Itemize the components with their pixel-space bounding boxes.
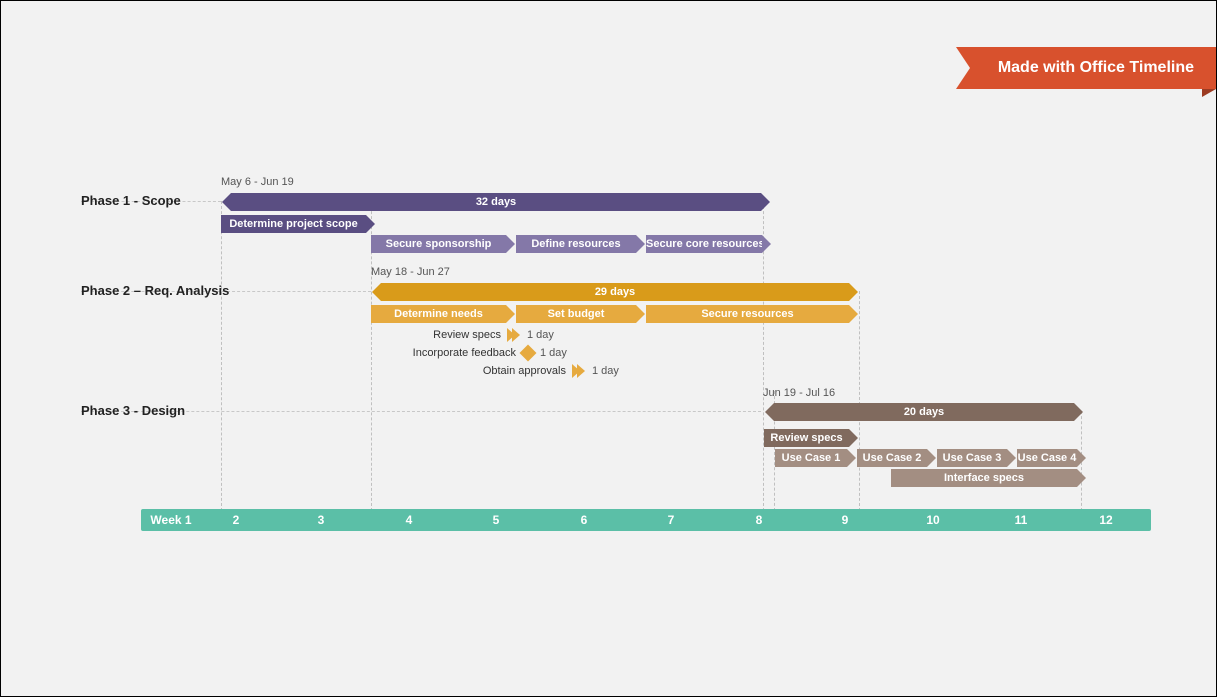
- bar-label: 32 days: [476, 193, 516, 211]
- bar-label: Secure core resources: [646, 235, 765, 253]
- bar-label: Use Case 4: [1018, 449, 1077, 467]
- bar-label: Secure resources: [701, 305, 793, 323]
- bar-label: Secure sponsorship: [386, 235, 492, 253]
- phase3-task-uc1: Use Case 1: [775, 449, 847, 467]
- bar-label: Determine project scope: [229, 215, 357, 233]
- phase2-summary-bar: 29 days: [381, 283, 849, 301]
- milestone-incorporate: Incorporate feedback 1 day: [401, 344, 567, 362]
- chevron-icon: [572, 364, 586, 378]
- phase1-task-scope: Determine project scope: [221, 215, 366, 233]
- milestone-approvals: Obtain approvals 1 day: [471, 362, 619, 380]
- bar-label: Use Case 3: [943, 449, 1002, 467]
- phase3-task-reviewspecs: Review specs: [764, 429, 849, 447]
- axis-tick: 7: [668, 509, 675, 531]
- phase3-task-uc2: Use Case 2: [857, 449, 927, 467]
- bar-label: Use Case 2: [863, 449, 922, 467]
- bar-label: 29 days: [595, 283, 635, 301]
- phase1-task-define: Define resources: [516, 235, 636, 253]
- milestone-label: Incorporate feedback: [401, 344, 516, 362]
- axis-tick: 6: [581, 509, 588, 531]
- phase3-task-interface: Interface specs: [891, 469, 1077, 487]
- chevron-icon: [507, 328, 521, 342]
- ribbon-banner: Made with Office Timeline: [970, 47, 1216, 89]
- row-label-phase2: Phase 2 – Req. Analysis: [81, 283, 229, 298]
- date-range-phase1: May 6 - Jun 19: [221, 176, 294, 188]
- bar-label: Interface specs: [944, 469, 1024, 487]
- timeline-chart: Phase 1 - Scope May 6 - Jun 19 32 days D…: [81, 171, 1151, 541]
- axis-tick: 8: [756, 509, 763, 531]
- row-label-phase3: Phase 3 - Design: [81, 403, 185, 418]
- phase3-summary-bar: 20 days: [774, 403, 1074, 421]
- row-label-phase1: Phase 1 - Scope: [81, 193, 181, 208]
- phase3-task-uc3: Use Case 3: [937, 449, 1007, 467]
- phase1-task-sponsorship: Secure sponsorship: [371, 235, 506, 253]
- phase1-task-secure-core: Secure core resources: [646, 235, 762, 253]
- bar-label: Review specs: [770, 429, 842, 447]
- bar-label: Use Case 1: [782, 449, 841, 467]
- axis-tick: Week 1: [150, 509, 191, 531]
- date-range-phase2: May 18 - Jun 27: [371, 266, 450, 278]
- axis-tick: 11: [1015, 509, 1028, 531]
- bar-label: Define resources: [531, 235, 620, 253]
- milestone-duration: 1 day: [527, 326, 554, 344]
- axis-tick: 5: [493, 509, 500, 531]
- ribbon-label: Made with Office Timeline: [998, 59, 1194, 76]
- axis-tick: 3: [318, 509, 325, 531]
- bar-label: 20 days: [904, 403, 944, 421]
- phase3-task-uc4: Use Case 4: [1017, 449, 1077, 467]
- bar-label: Determine needs: [394, 305, 483, 323]
- phase2-task-secure: Secure resources: [646, 305, 849, 323]
- axis-tick: 9: [842, 509, 849, 531]
- week-axis: Week 1 2 3 4 5 6 7 8 9 10 11 12: [141, 509, 1151, 531]
- bar-label: Set budget: [548, 305, 605, 323]
- milestone-label: Review specs: [421, 326, 501, 344]
- phase1-summary-bar: 32 days: [231, 193, 761, 211]
- milestone-review-specs: Review specs 1 day: [421, 326, 554, 344]
- date-range-phase3: Jun 19 - Jul 16: [763, 387, 835, 399]
- axis-tick: 12: [1099, 509, 1112, 531]
- vline: [221, 201, 222, 511]
- diamond-icon: [520, 345, 537, 362]
- phase2-task-needs: Determine needs: [371, 305, 506, 323]
- axis-tick: 4: [406, 509, 413, 531]
- milestone-duration: 1 day: [540, 344, 567, 362]
- phase2-task-budget: Set budget: [516, 305, 636, 323]
- milestone-label: Obtain approvals: [471, 362, 566, 380]
- vline: [859, 291, 860, 511]
- axis-tick: 2: [233, 509, 240, 531]
- axis-tick: 10: [926, 509, 939, 531]
- milestone-duration: 1 day: [592, 362, 619, 380]
